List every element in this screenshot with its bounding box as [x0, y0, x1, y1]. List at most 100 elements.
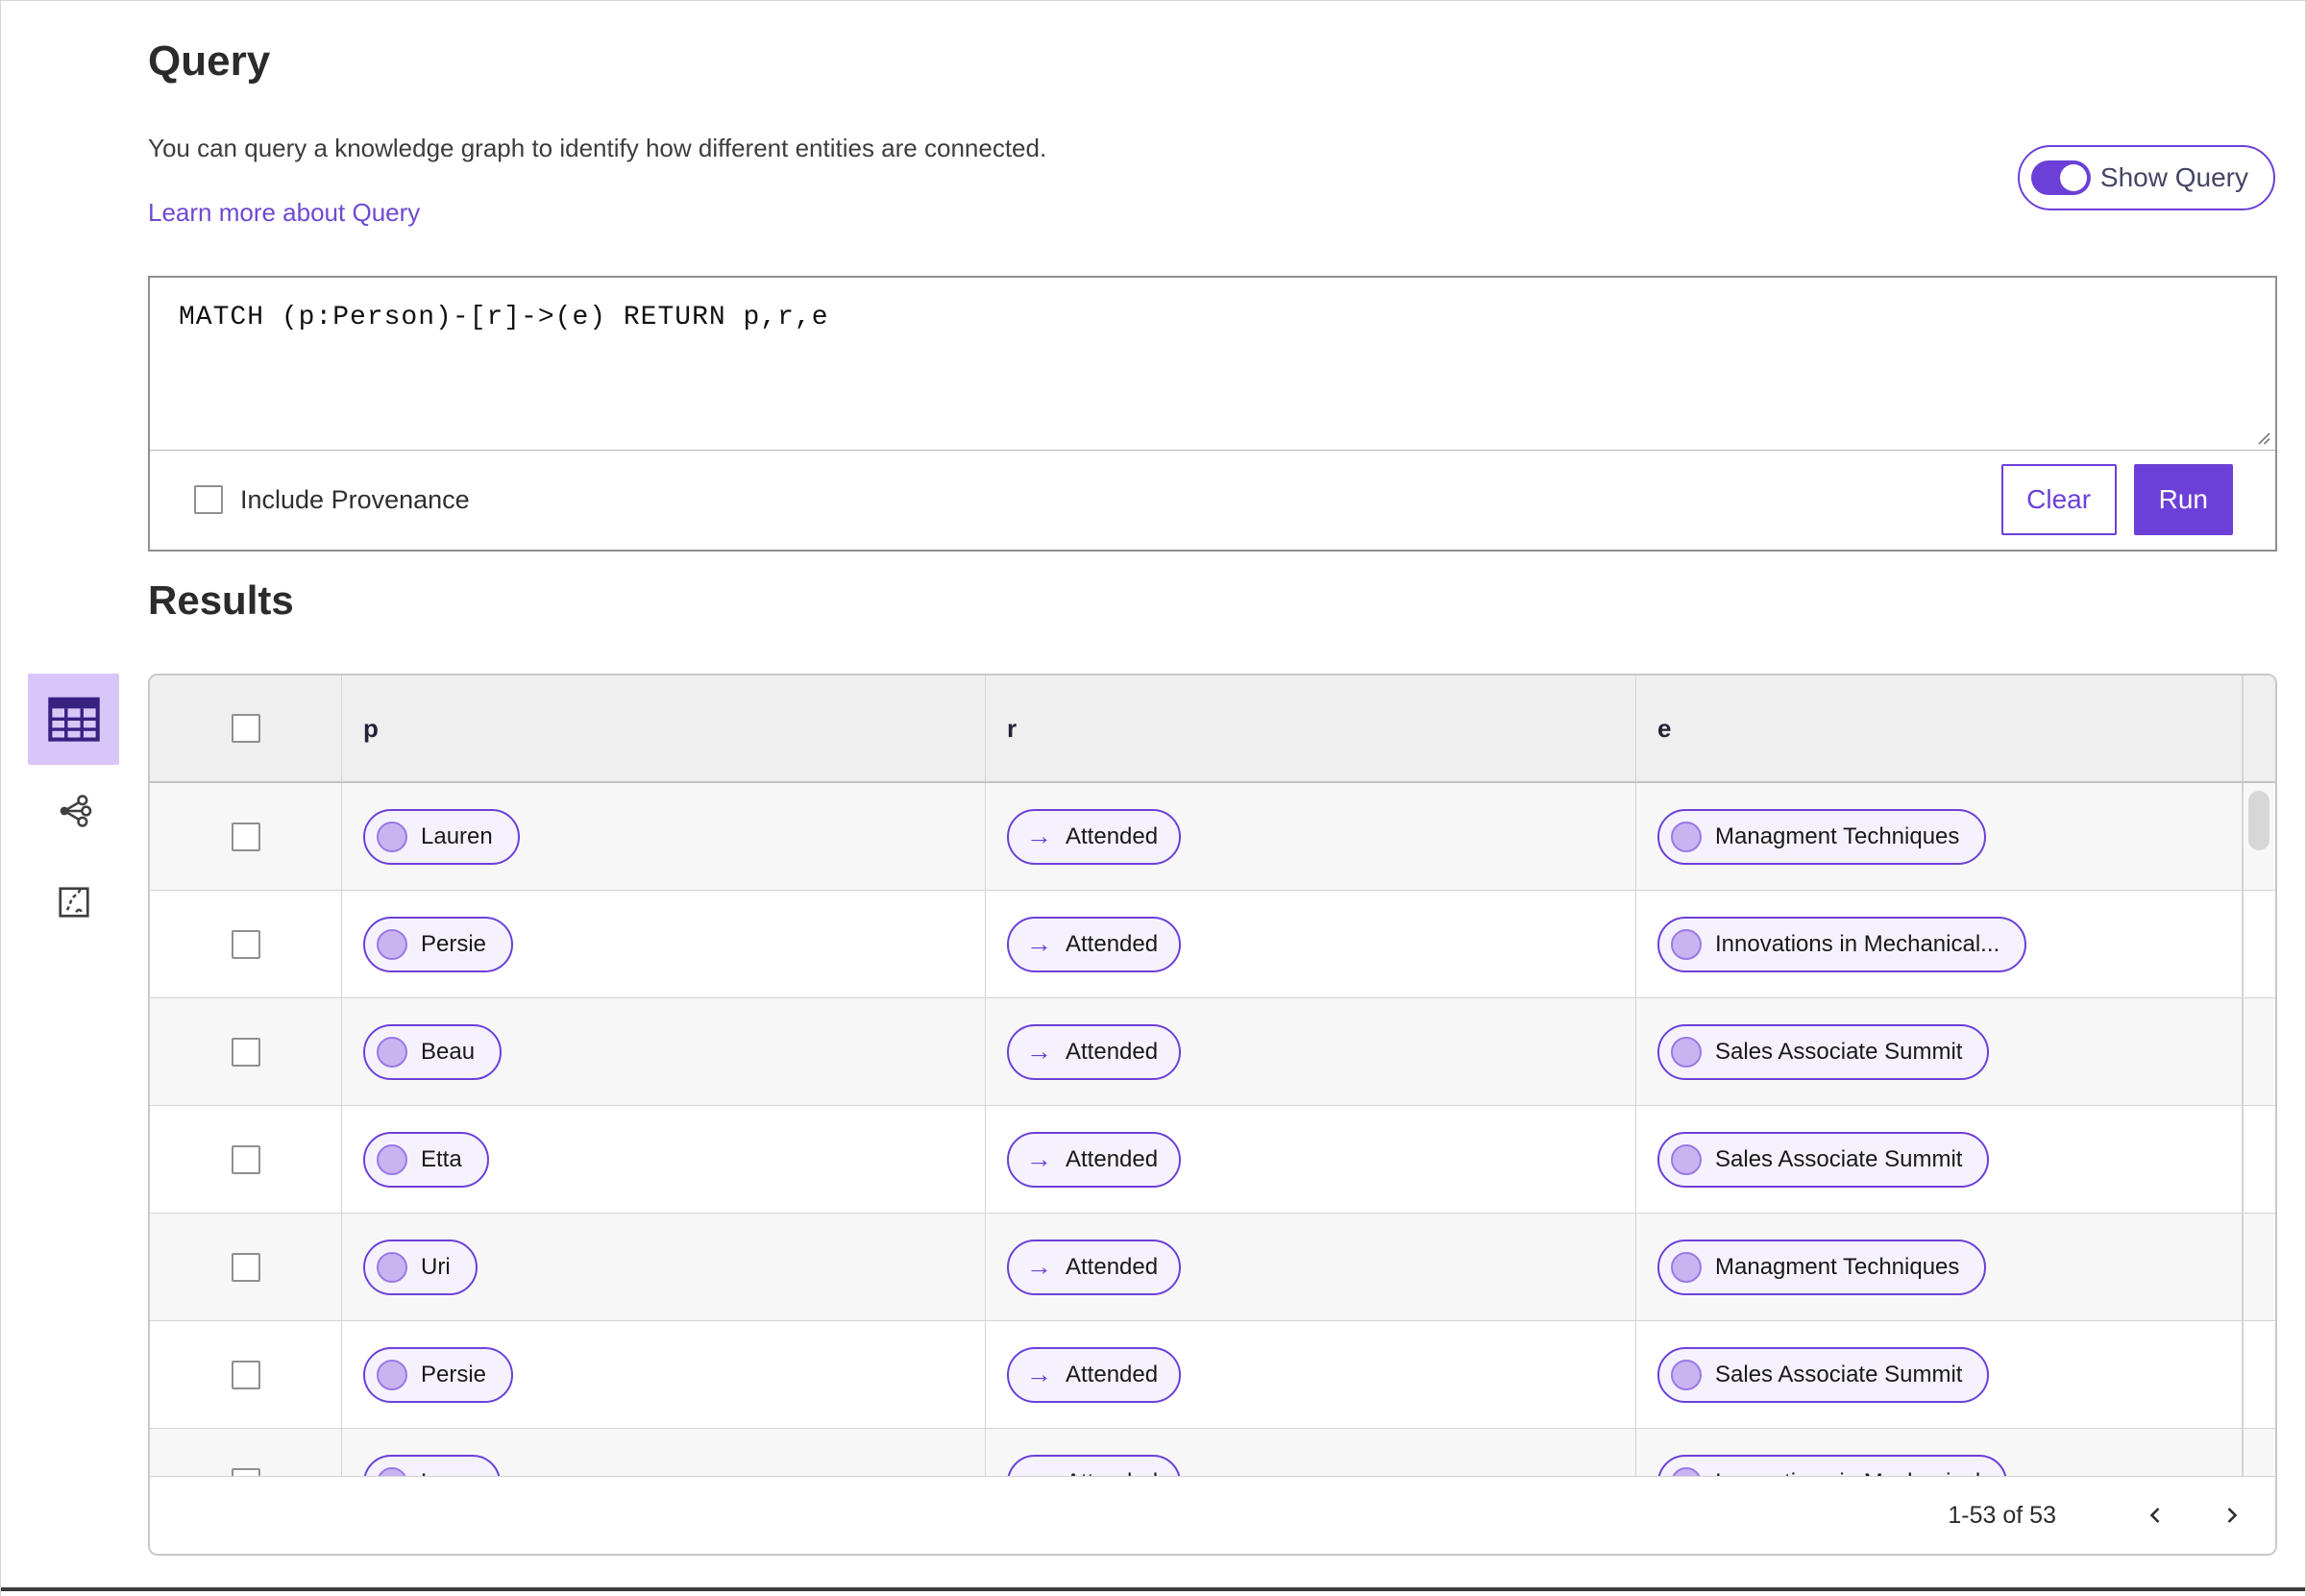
include-provenance-checkbox[interactable]: [194, 485, 223, 514]
entity-label: Innovations in Mechanical...: [1715, 930, 2000, 957]
column-header-p[interactable]: p: [342, 675, 986, 781]
run-button[interactable]: Run: [2133, 464, 2233, 535]
relation-pill[interactable]: → Attended: [1007, 1454, 1182, 1477]
scrollbar-track[interactable]: [2243, 783, 2275, 1476]
entity-label: Beau: [421, 1038, 476, 1065]
row-checkbox[interactable]: [231, 1360, 260, 1389]
arrow-right-icon: →: [1026, 1144, 1052, 1173]
node-circle-icon: [377, 1359, 407, 1390]
row-select-cell: [150, 1429, 342, 1476]
show-query-toggle[interactable]: Show Query: [2017, 145, 2275, 210]
arrow-right-icon: →: [1026, 1037, 1052, 1066]
relation-pill[interactable]: → Attended: [1007, 1346, 1182, 1403]
entity-pill[interactable]: Persie: [363, 916, 514, 972]
node-circle-icon: [377, 1251, 407, 1283]
row-select-cell: [150, 998, 342, 1105]
arrow-right-icon: →: [1026, 1469, 1052, 1477]
relation-pill[interactable]: → Attended: [1007, 1239, 1182, 1295]
arrow-right-icon: →: [1026, 1252, 1052, 1281]
entity-label: Sales Associate Summit: [1715, 1145, 1963, 1172]
table-footer: 1-53 of 53: [150, 1476, 2275, 1554]
results-table: p r e Lauren → Attended Managment Techni…: [148, 674, 2277, 1556]
pagination-prev-button[interactable]: [2137, 1496, 2175, 1535]
entity-pill[interactable]: Sales Associate Summit: [1657, 1346, 1990, 1403]
cell-r: → Attended: [986, 783, 1636, 890]
row-checkbox[interactable]: [231, 1037, 260, 1067]
node-circle-icon: [1671, 1359, 1702, 1390]
row-select-cell: [150, 1321, 342, 1428]
entity-pill[interactable]: Managment Techniques: [1657, 808, 1987, 865]
clear-button[interactable]: Clear: [2000, 464, 2117, 535]
table-view-button[interactable]: [28, 674, 119, 765]
resize-handle-icon[interactable]: [2252, 427, 2271, 446]
relation-label: Attended: [1066, 1361, 1159, 1387]
cell-p: Uri: [342, 1214, 986, 1320]
entity-pill[interactable]: Uri: [363, 1239, 478, 1295]
results-view-rail: [28, 674, 119, 947]
include-provenance-label: Include Provenance: [240, 484, 470, 514]
include-provenance-option[interactable]: Include Provenance: [194, 485, 470, 515]
entity-pill[interactable]: Etta: [363, 1131, 489, 1188]
entity-pill[interactable]: Beau: [363, 1023, 503, 1080]
entity-label: Sales Associate Summit: [1715, 1361, 1963, 1387]
table-row: Larry → Attended Innovations in Mechanic…: [150, 1429, 2275, 1476]
row-select-cell: [150, 1214, 342, 1320]
row-checkbox[interactable]: [231, 1144, 260, 1174]
select-all-checkbox[interactable]: [231, 714, 260, 743]
entity-pill[interactable]: Lauren: [363, 808, 520, 865]
relation-pill[interactable]: → Attended: [1007, 808, 1182, 865]
node-circle-icon: [1671, 1036, 1702, 1068]
relation-pill[interactable]: → Attended: [1007, 1131, 1182, 1188]
entity-pill[interactable]: Larry: [363, 1454, 501, 1476]
row-checkbox[interactable]: [231, 822, 260, 851]
results-title: Results: [148, 577, 294, 623]
entity-pill[interactable]: Sales Associate Summit: [1657, 1023, 1990, 1080]
query-action-row: Include Provenance Clear Run: [150, 451, 2275, 549]
entity-label: Managment Techniques: [1715, 1253, 1960, 1280]
table-row: Lauren → Attended Managment Techniques: [150, 783, 2275, 891]
node-circle-icon: [1671, 928, 1702, 960]
cell-r: → Attended: [986, 998, 1636, 1105]
query-buttons: Clear Run: [2000, 464, 2233, 535]
entity-pill[interactable]: Innovations in Mechanical...: [1657, 916, 2027, 972]
relation-label: Attended: [1066, 1038, 1159, 1065]
query-input[interactable]: MATCH (p:Person)-[r]->(e) RETURN p,r,e: [150, 278, 2275, 450]
chevron-right-icon: [2227, 1508, 2238, 1523]
table-row: Persie → Attended Innovations in Mechani…: [150, 891, 2275, 998]
row-checkbox[interactable]: [231, 929, 260, 959]
entity-label: Sales Associate Summit: [1715, 1038, 1963, 1065]
cell-p: Beau: [342, 998, 986, 1105]
entity-pill[interactable]: Persie: [363, 1346, 514, 1403]
table-header-row: p r e: [150, 675, 2275, 783]
table-row: Persie → Attended Sales Associate Summit: [150, 1321, 2275, 1429]
node-circle-icon: [1671, 821, 1702, 852]
node-circle-icon: [377, 928, 407, 960]
relation-pill[interactable]: → Attended: [1007, 1023, 1182, 1080]
row-select-cell: [150, 891, 342, 997]
arrow-right-icon: →: [1026, 929, 1052, 958]
cell-r: → Attended: [986, 891, 1636, 997]
pagination-next-button[interactable]: [2212, 1496, 2250, 1535]
map-view-button[interactable]: [28, 856, 119, 947]
entity-pill[interactable]: Managment Techniques: [1657, 1239, 1987, 1295]
table-icon: [47, 697, 100, 742]
arrow-right-icon: →: [1026, 822, 1052, 850]
cell-e: Sales Associate Summit: [1636, 998, 2243, 1105]
cell-p: Persie: [342, 891, 986, 997]
graph-view-button[interactable]: [28, 765, 119, 856]
row-checkbox[interactable]: [231, 1252, 260, 1282]
entity-pill[interactable]: Innovations in Mechanical: [1657, 1454, 2008, 1476]
toggle-switch-icon[interactable]: [2030, 160, 2091, 195]
column-header-r[interactable]: r: [986, 675, 1636, 781]
entity-label: Persie: [421, 930, 487, 957]
learn-more-link[interactable]: Learn more about Query: [148, 198, 420, 228]
relation-pill[interactable]: → Attended: [1007, 916, 1182, 972]
cell-r: → Attended: [986, 1321, 1636, 1428]
node-circle-icon: [377, 1466, 407, 1476]
scrollbar-thumb[interactable]: [2248, 791, 2269, 850]
cell-p: Persie: [342, 1321, 986, 1428]
relation-label: Attended: [1066, 1253, 1159, 1280]
entity-pill[interactable]: Sales Associate Summit: [1657, 1131, 1990, 1188]
column-header-e[interactable]: e: [1636, 675, 2243, 781]
row-checkbox[interactable]: [231, 1467, 260, 1476]
